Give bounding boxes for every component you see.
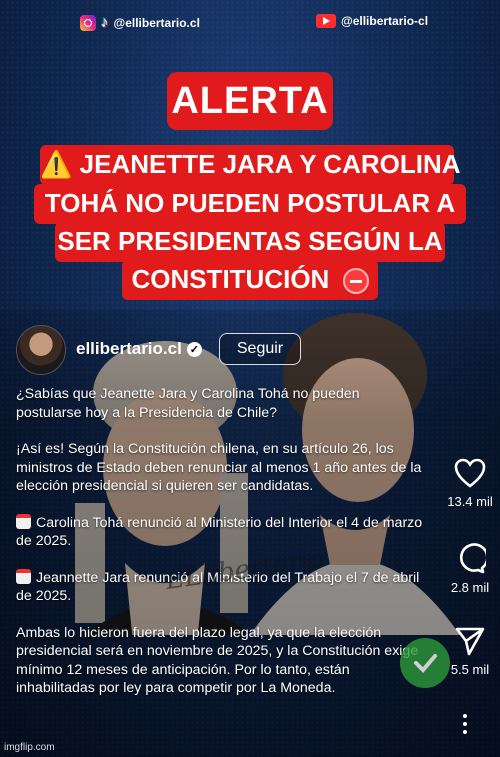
avatar[interactable]: [16, 325, 66, 375]
headline-line-2: TOHÁ NO PUEDEN POSTULAR A: [34, 184, 466, 224]
warning-icon: ⚠️: [40, 149, 73, 179]
alert-badge: ALERTA: [167, 72, 333, 130]
verified-badge-icon: ✓: [186, 341, 202, 357]
caption-paragraph-1: ¿Sabías que Jeanette Jara y Carolina Toh…: [16, 386, 360, 421]
comment-count: 2.8 mil: [450, 580, 490, 595]
caption-paragraph-2: ¡Así es! Según la Constitución chilena, …: [16, 441, 422, 494]
share-icon[interactable]: [454, 626, 486, 656]
follow-button[interactable]: Seguir: [219, 333, 301, 365]
caption-paragraph-5: Ambas lo hicieron fuera del plazo legal,…: [16, 624, 419, 697]
post-caption: ¿Sabías que Jeanette Jara y Carolina Toh…: [16, 385, 426, 698]
more-options-icon[interactable]: [463, 714, 469, 734]
youtube-handle: @ellibertario-cl: [316, 14, 428, 28]
headline-line-3: SER PRESIDENTAS SEGÚN LA: [55, 222, 445, 262]
comment-action[interactable]: 2.8 mil: [440, 542, 500, 595]
instagram-handle-text: @ellibertario.cl: [113, 15, 200, 30]
username-text: ellibertario.cl: [76, 339, 182, 358]
calendar-icon: [16, 568, 31, 584]
tiktok-icon: ♪: [101, 14, 109, 31]
headline-text-1: JEANETTE JARA Y CAROLINA: [79, 149, 461, 179]
headline-line-1: ⚠️ JEANETTE JARA Y CAROLINA: [40, 145, 461, 185]
imgflip-watermark: imgflip.com: [4, 742, 55, 753]
stop-sign-icon: [342, 268, 369, 295]
like-count: 13.4 mil: [447, 494, 493, 509]
like-action[interactable]: 13.4 mil: [440, 458, 500, 509]
instagram-tiktok-handle: ♪ @ellibertario.cl: [80, 14, 200, 31]
share-action[interactable]: 5.5 mil: [440, 626, 500, 677]
headline-line-4: CONSTITUCIÓN: [122, 260, 378, 300]
heart-icon[interactable]: [454, 458, 486, 488]
youtube-icon: [316, 14, 336, 28]
caption-paragraph-3: Carolina Tohá renunció al Ministerio del…: [16, 513, 426, 551]
calendar-icon: [16, 513, 31, 529]
share-count: 5.5 mil: [450, 662, 490, 677]
headline-text-4: CONSTITUCIÓN: [131, 264, 330, 294]
youtube-handle-text: @ellibertario-cl: [341, 14, 429, 28]
instagram-icon: [80, 14, 96, 31]
post-username[interactable]: ellibertario.cl ✓: [76, 339, 202, 359]
social-handles-bar: ♪ @ellibertario.cl @ellibertario-cl: [0, 10, 500, 36]
caption-paragraph-3-text: Carolina Tohá renunció al Ministerio del…: [16, 514, 423, 550]
comment-icon[interactable]: [454, 542, 486, 574]
